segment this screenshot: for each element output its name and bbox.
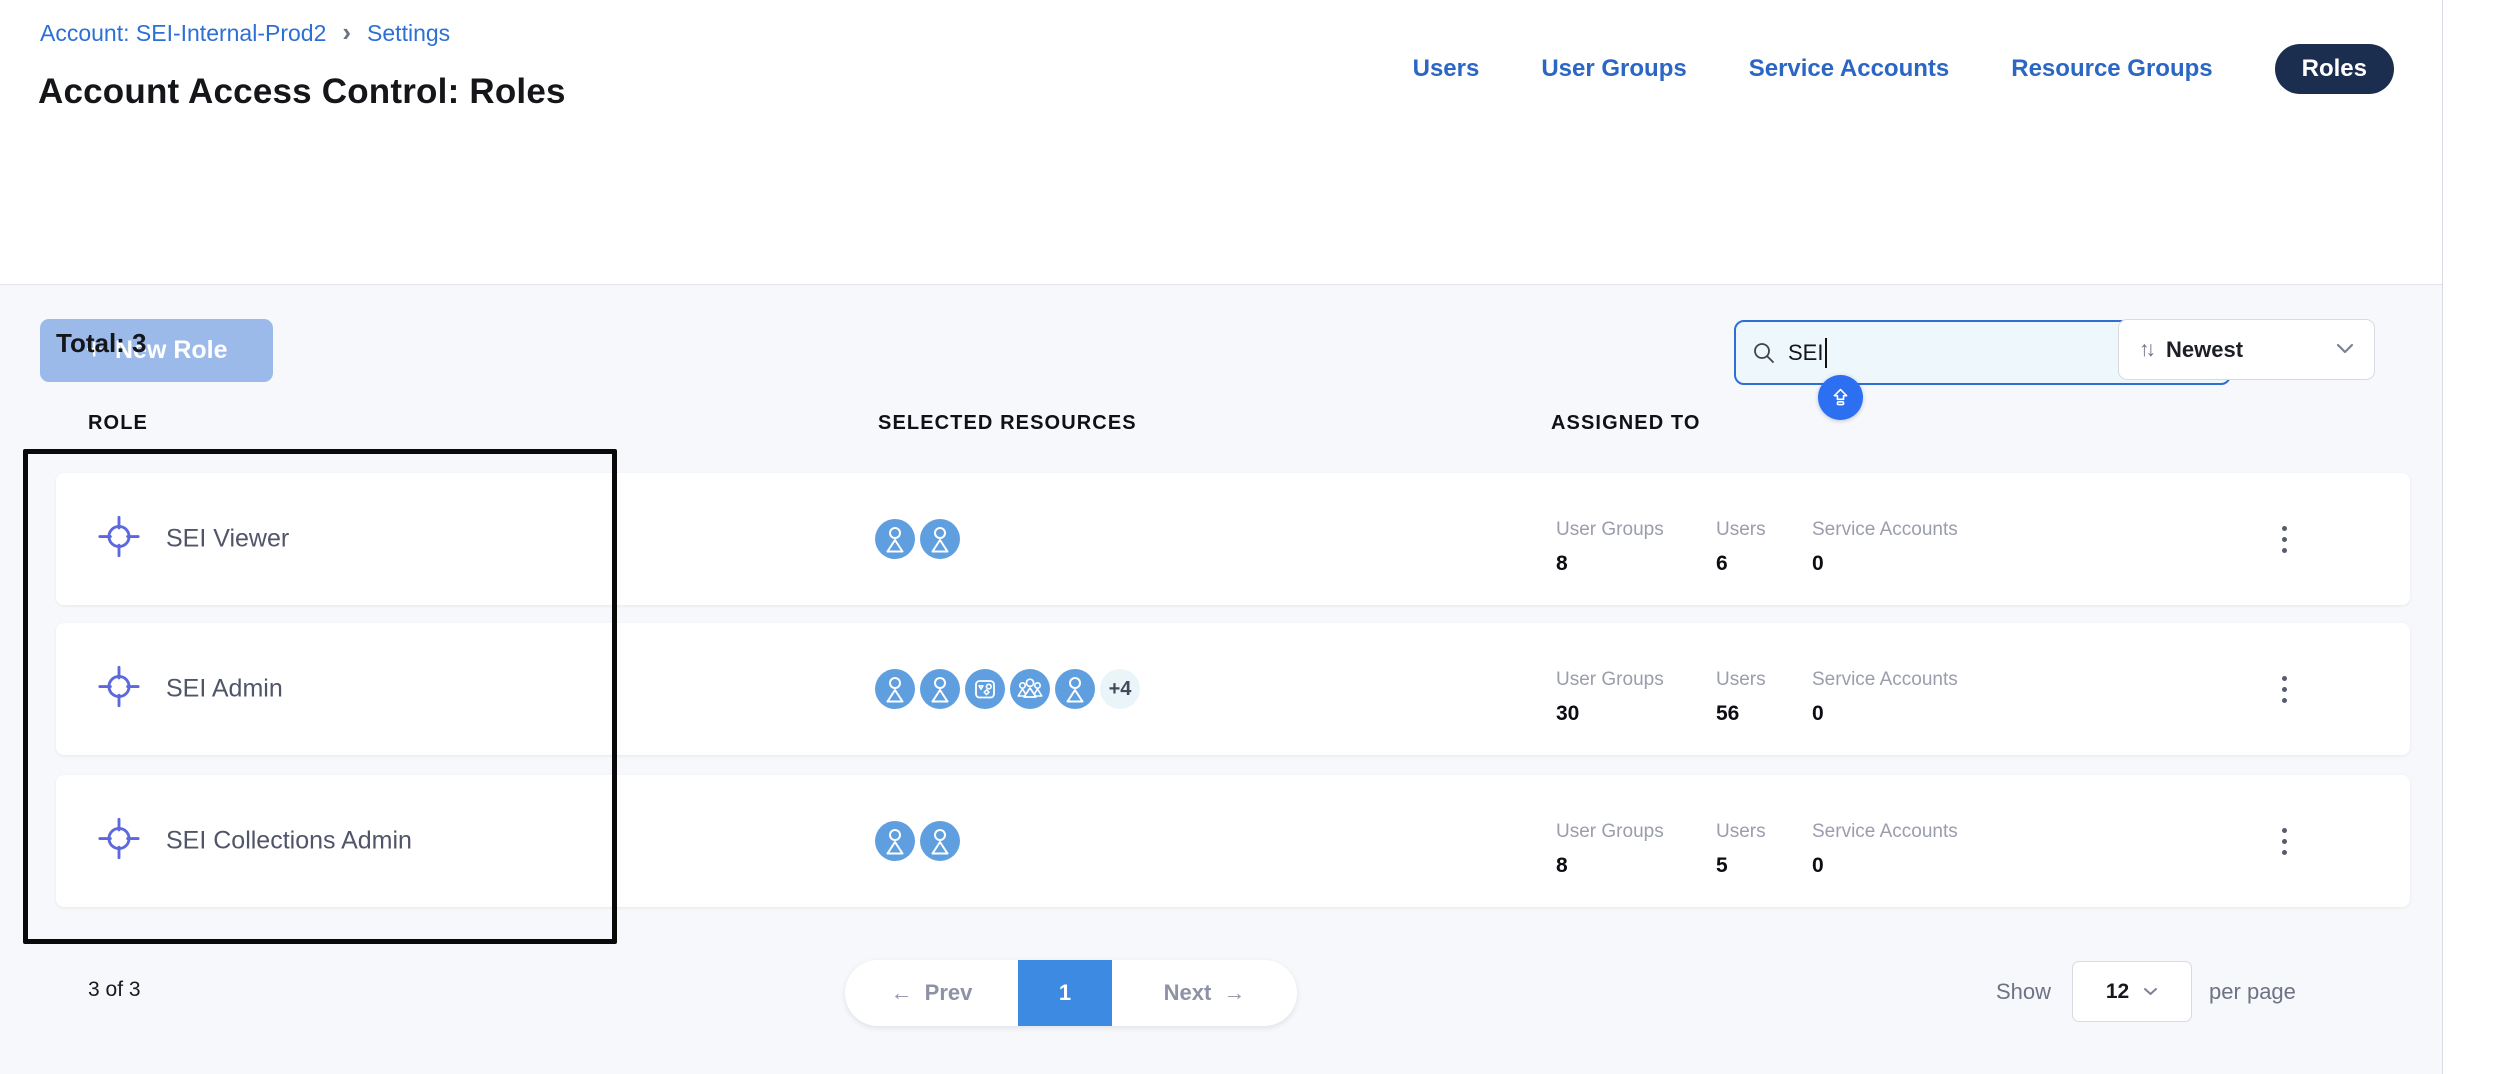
role-crosshair-icon [96,664,142,715]
pagination: ← Prev 1 Next → [845,960,1297,1026]
service-accounts-count: 0 [1812,854,1958,878]
user-groups-count: 8 [1556,854,1664,878]
role-name: SEI Viewer [166,525,289,554]
column-header-assigned-to: ASSIGNED TO [1551,412,1701,435]
column-header-selected-resources: SELECTED RESOURCES [878,412,1137,435]
page-size-value: 12 [2106,980,2129,1004]
chevron-down-icon [2336,341,2354,359]
breadcrumb-account-link[interactable]: Account: SEI-Internal-Prod2 [40,20,326,47]
user-icon[interactable] [920,669,960,709]
role-crosshair-icon [96,514,142,565]
result-count-label: 3 of 3 [88,978,141,1002]
user-icon[interactable] [875,669,915,709]
chevron-down-icon [2143,983,2158,1001]
tab-resource-groups[interactable]: Resource Groups [2011,55,2212,83]
show-label: Show [1996,979,2051,1005]
users-count: 6 [1716,552,1766,576]
page-size-control: Show 12 per page [1996,961,2296,1022]
user-icon[interactable] [920,519,960,559]
user-icon[interactable] [1055,669,1095,709]
service-accounts-label: Service Accounts [1812,669,1958,691]
user-groups-label: User Groups [1556,669,1664,691]
users-count: 56 [1716,702,1766,726]
user-group-icon[interactable] [1010,669,1050,709]
sort-selected-value: Newest [2166,337,2243,363]
access-control-tabs: Users User Groups Service Accounts Resou… [1413,0,2394,137]
next-page-button[interactable]: Next → [1112,960,1297,1026]
breadcrumb: Account: SEI-Internal-Prod2 › Settings [40,20,450,47]
tab-service-accounts[interactable]: Service Accounts [1749,55,1950,83]
tab-users[interactable]: Users [1413,55,1480,83]
dashboard-icon[interactable] [965,669,1005,709]
page-header: Account: SEI-Internal-Prod2 › Settings A… [0,0,2442,138]
selected-resources-avatars: +4 [875,669,1140,709]
account-access-control-roles-screen: Account: SEI-Internal-Prod2 › Settings A… [0,0,2520,1074]
selected-resources-avatars [875,821,960,861]
user-groups-label: User Groups [1556,821,1664,843]
caps-lock-indicator-icon [1818,375,1863,420]
page-size-select[interactable]: 12 [2072,961,2192,1022]
user-groups-count: 30 [1556,702,1664,726]
sort-dropdown[interactable]: ↑↓ Newest [2118,319,2375,380]
tab-roles-active[interactable]: Roles [2275,44,2394,94]
service-accounts-label: Service Accounts [1812,821,1958,843]
user-groups-label: User Groups [1556,519,1664,541]
user-icon[interactable] [875,519,915,559]
role-crosshair-icon [96,816,142,867]
search-icon [1752,341,1776,365]
users-label: Users [1716,669,1766,691]
prev-page-button[interactable]: ← Prev [845,960,1018,1026]
user-icon[interactable] [875,821,915,861]
text-cursor [1825,338,1827,368]
column-header-role: ROLE [88,412,148,435]
role-name: SEI Collections Admin [166,827,412,856]
sort-arrows-icon: ↑↓ [2139,338,2152,362]
service-accounts-count: 0 [1812,702,1958,726]
page-title: Account Access Control: Roles [38,72,566,112]
breadcrumb-settings-link[interactable]: Settings [367,20,450,47]
per-page-label: per page [2209,979,2296,1005]
toolbar: + New Role SEI ✕ [0,137,2442,285]
overflow-count-badge[interactable]: +4 [1100,669,1140,709]
role-name: SEI Admin [166,675,283,704]
page-number-active[interactable]: 1 [1018,960,1112,1026]
service-accounts-count: 0 [1812,552,1958,576]
users-count: 5 [1716,854,1766,878]
selected-resources-avatars [875,519,960,559]
table-row-sei-admin[interactable]: SEI Admin +4 User Groups 30 Users 56 Servi… [56,623,2410,755]
row-menu-kebab-icon[interactable] [2262,811,2306,871]
arrow-left-icon: ← [891,980,913,1006]
users-label: Users [1716,519,1766,541]
breadcrumb-chevron-icon: › [342,19,351,45]
search-input-value: SEI [1788,340,1823,366]
user-icon[interactable] [920,821,960,861]
total-count-label: Total: 3 [56,328,147,359]
arrow-right-icon: → [1223,980,1245,1006]
users-label: Users [1716,821,1766,843]
row-menu-kebab-icon[interactable] [2262,659,2306,719]
user-groups-count: 8 [1556,552,1664,576]
page-content-area: Account: SEI-Internal-Prod2 › Settings A… [0,0,2443,1074]
service-accounts-label: Service Accounts [1812,519,1958,541]
tab-user-groups[interactable]: User Groups [1541,55,1686,83]
row-menu-kebab-icon[interactable] [2262,509,2306,569]
table-row-sei-collections-admin[interactable]: SEI Collections Admin User Groups 8 Users… [56,775,2410,907]
table-row-sei-viewer[interactable]: SEI Viewer User Groups 8 Users 6 Service A… [56,473,2410,605]
